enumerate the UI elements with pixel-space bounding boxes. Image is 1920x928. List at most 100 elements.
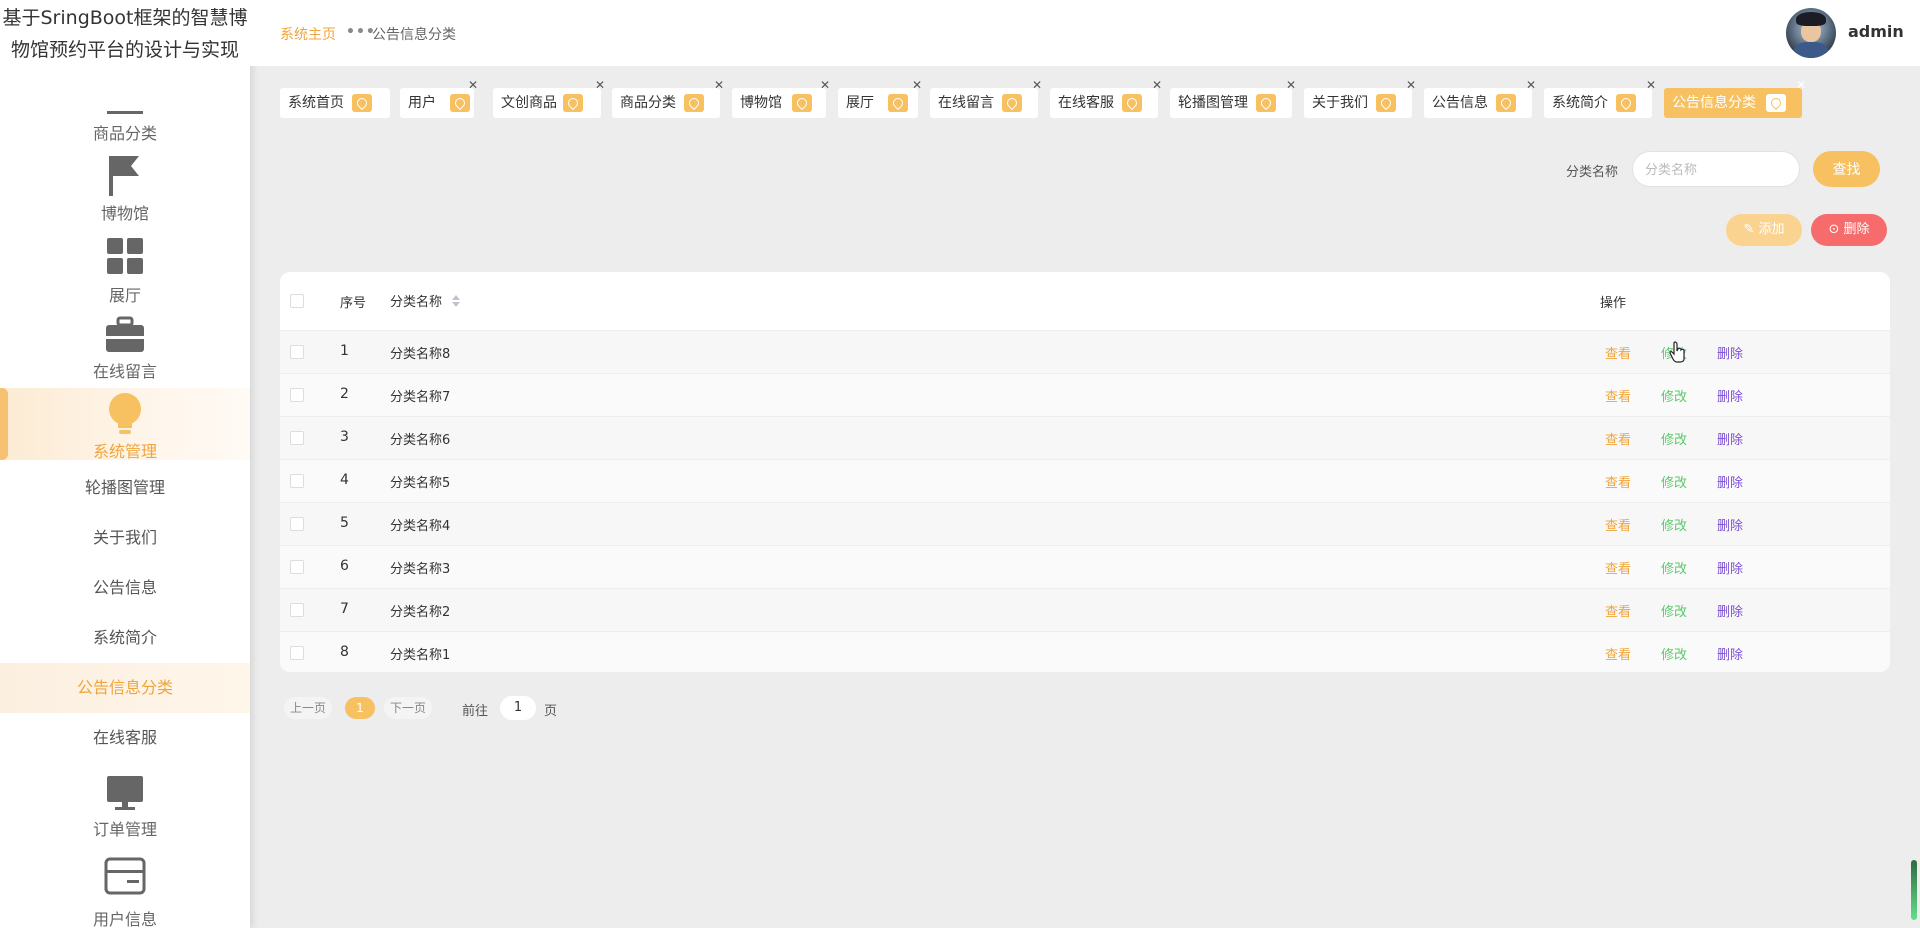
edit-link[interactable]: 修改 [1661,515,1687,534]
view-link[interactable]: 查看 [1605,343,1631,362]
view-link[interactable]: 查看 [1605,601,1631,620]
sidebar-item-product-category[interactable]: 商品分类 [0,100,250,144]
close-icon[interactable]: ✕ [1406,78,1416,92]
sidebar-item-system[interactable]: 系统管理 [0,388,250,461]
row-checkbox[interactable] [290,474,304,488]
tab-messages[interactable]: 在线留言 ✕ [930,78,1042,118]
select-all-checkbox[interactable] [290,294,304,308]
grid-icon [107,238,143,274]
tag-icon [888,94,908,112]
add-button-label: 添加 [1758,222,1785,237]
close-icon[interactable]: ✕ [595,78,605,92]
tab-customer-service[interactable]: 在线客服 ✕ [1050,78,1162,118]
delete-link[interactable]: 删除 [1717,386,1743,405]
page-number-current[interactable]: 1 [345,697,375,719]
col-name[interactable]: 分类名称 [390,291,442,310]
view-link[interactable]: 查看 [1605,644,1631,663]
delete-link[interactable]: 删除 [1717,601,1743,620]
row-checkbox[interactable] [290,431,304,445]
row-checkbox[interactable] [290,603,304,617]
tab-label: 公告信息 [1432,95,1488,111]
edit-link[interactable]: 修改 [1661,472,1687,491]
row-checkbox[interactable] [290,345,304,359]
sidebar-sub-notice-category[interactable]: 公告信息分类 [0,663,250,713]
list-icon [107,111,143,114]
tab-label: 商品分类 [620,95,676,111]
sidebar-sub-carousel[interactable]: 轮播图管理 [0,463,250,513]
tab-museum[interactable]: 博物馆 ✕ [732,78,830,118]
close-icon[interactable]: ✕ [820,78,830,92]
tag-icon [1616,94,1636,112]
tab-products[interactable]: 文创商品 ✕ [493,78,605,118]
sidebar-item-label: 用户信息 [92,910,157,928]
tab-product-category[interactable]: 商品分类 ✕ [612,78,724,118]
edit-link[interactable]: 修改 [1661,429,1687,448]
row-checkbox[interactable] [290,388,304,402]
prev-page-button[interactable]: 上一页 [284,697,332,719]
row-index: 1 [340,343,349,359]
sidebar-item-users[interactable]: 用户信息 [0,856,250,928]
tab-intro[interactable]: 系统简介 ✕ [1544,78,1656,118]
search-input[interactable] [1632,151,1800,187]
breadcrumb-home[interactable]: 系统主页 [280,24,336,44]
row-checkbox[interactable] [290,560,304,574]
sidebar-item-hall[interactable]: 展厅 [0,234,250,305]
search-label: 分类名称 [1566,165,1619,180]
close-icon[interactable]: ✕ [1526,78,1536,92]
view-link[interactable]: 查看 [1605,472,1631,491]
add-button[interactable]: ✎ 添加 [1726,214,1802,246]
row-checkbox[interactable] [290,517,304,531]
edit-link[interactable]: 修改 [1661,601,1687,620]
avatar[interactable] [1786,8,1836,58]
view-link[interactable]: 查看 [1605,386,1631,405]
username[interactable]: admin [1848,22,1904,41]
delete-link[interactable]: 删除 [1717,558,1743,577]
close-icon[interactable]: ✕ [1286,78,1296,92]
row-checkbox[interactable] [290,646,304,660]
delete-link[interactable]: 删除 [1717,472,1743,491]
edit-link[interactable]: 修改 [1661,558,1687,577]
close-icon[interactable]: ✕ [468,78,478,92]
header: 系统主页 ••• 公告信息分类 admin [250,0,1920,66]
delete-link[interactable]: 删除 [1717,515,1743,534]
view-link[interactable]: 查看 [1605,515,1631,534]
sidebar-item-messages[interactable]: 在线留言 [0,314,250,384]
view-link[interactable]: 查看 [1605,558,1631,577]
close-icon[interactable]: ✕ [714,78,724,92]
search-button[interactable]: 查找 [1813,151,1880,187]
flag-icon [109,156,139,196]
sidebar-sub-notice[interactable]: 公告信息 [0,563,250,613]
sort-icon[interactable] [452,295,460,307]
edit-link[interactable]: 修改 [1661,644,1687,663]
tab-notice[interactable]: 公告信息 ✕ [1424,78,1536,118]
goto-page-input[interactable]: 1 [500,696,536,720]
delete-link[interactable]: 删除 [1717,429,1743,448]
close-icon[interactable]: ✕ [912,78,922,92]
scroll-indicator[interactable] [1911,860,1917,920]
row-name: 分类名称5 [390,476,451,491]
edit-link[interactable]: 修改 [1661,386,1687,405]
delete-link[interactable]: 删除 [1717,343,1743,362]
tab-home[interactable]: 系统首页 [280,88,390,118]
tab-about[interactable]: 关于我们 ✕ [1304,78,1416,118]
close-icon[interactable]: ✕ [1646,78,1656,92]
delete-button[interactable]: ⊙ 删除 [1811,214,1887,246]
sidebar-sub-about[interactable]: 关于我们 [0,513,250,563]
table-header: 序号 分类名称 操作 [280,272,1890,330]
row-name: 分类名称7 [390,390,451,405]
sidebar-item-museum[interactable]: 博物馆 [0,152,250,223]
sidebar-sub-customer-service[interactable]: 在线客服 [0,713,250,763]
tab-users[interactable]: 用户 ✕ [400,78,478,118]
delete-link[interactable]: 删除 [1717,644,1743,663]
sidebar-item-orders[interactable]: 订单管理 [0,770,250,840]
view-link[interactable]: 查看 [1605,429,1631,448]
next-page-button[interactable]: 下一页 [384,697,432,719]
tab-carousel[interactable]: 轮播图管理 ✕ [1170,78,1296,118]
tab-label: 轮播图管理 [1178,95,1248,111]
tab-notice-category[interactable]: 公告信息分类 ✕ [1664,78,1806,118]
tab-hall[interactable]: 展厅 ✕ [838,78,922,118]
close-icon[interactable]: ✕ [1796,78,1806,92]
close-icon[interactable]: ✕ [1152,78,1162,92]
close-icon[interactable]: ✕ [1032,78,1042,92]
sidebar-sub-intro[interactable]: 系统简介 [0,613,250,663]
